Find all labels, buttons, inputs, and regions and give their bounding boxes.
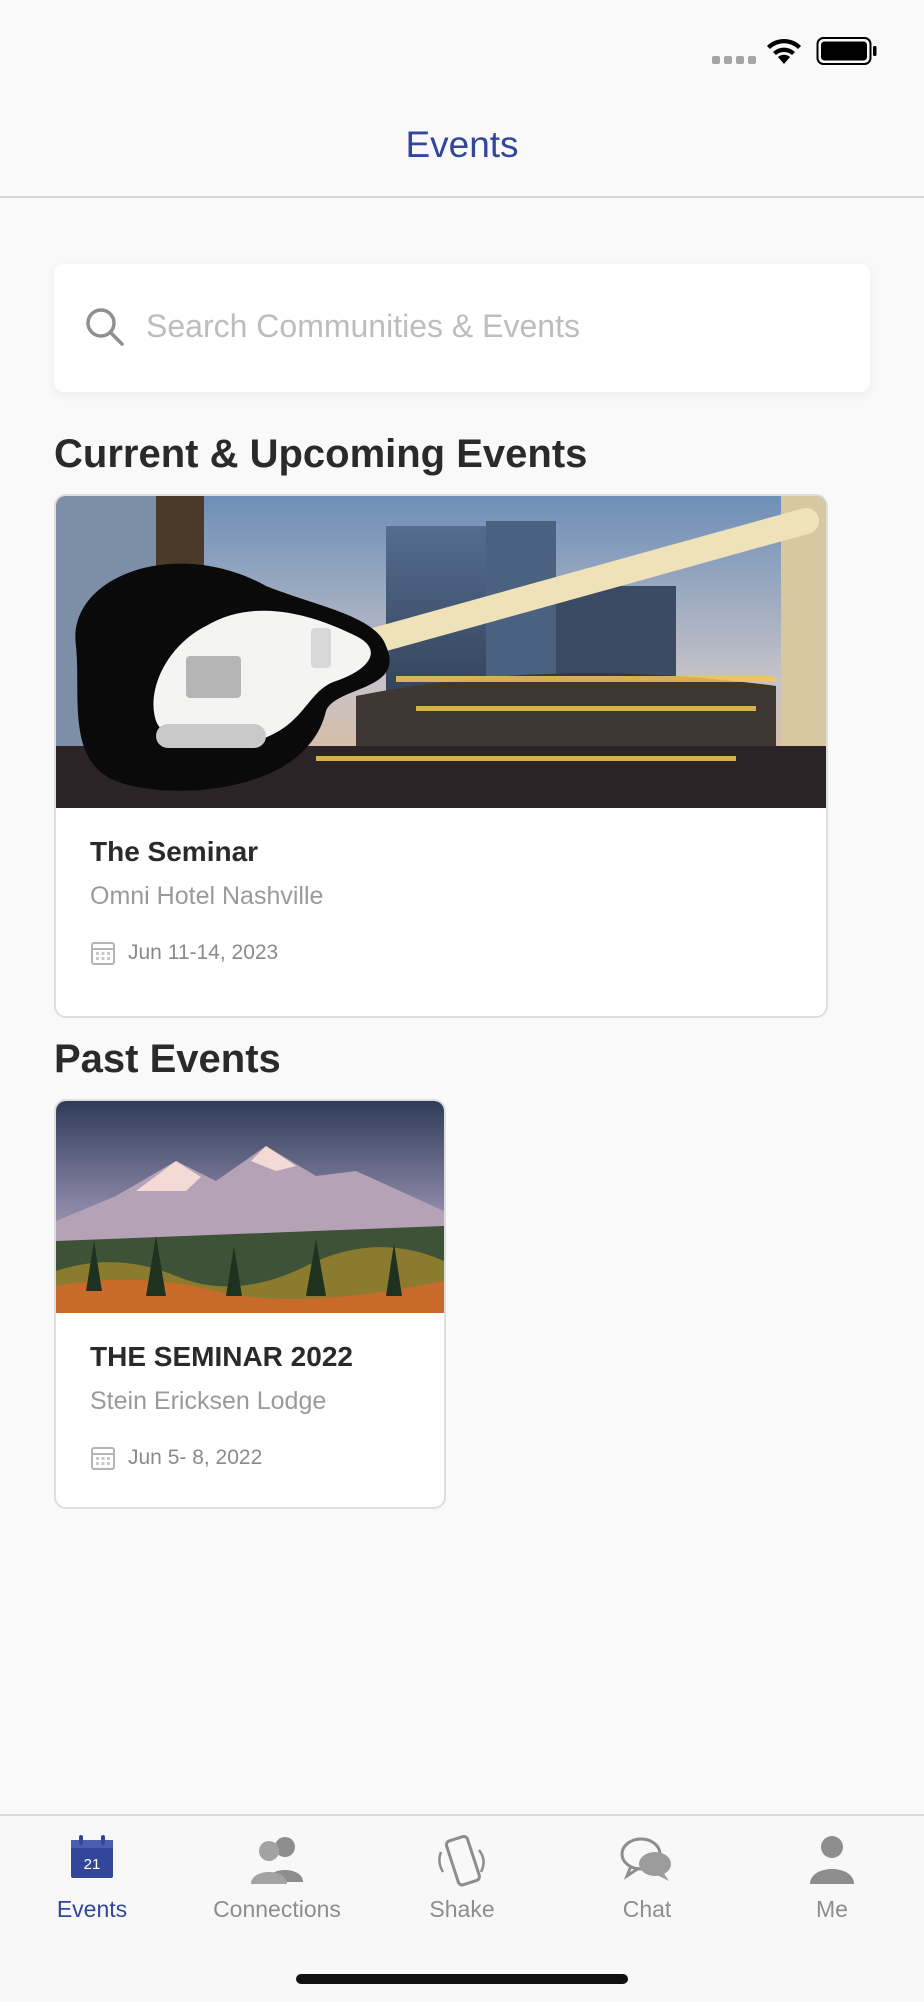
shake-phone-icon	[438, 1834, 485, 1887]
past-events-heading: Past Events	[54, 1037, 281, 1081]
calendar-icon	[91, 1447, 115, 1470]
page-title: Events	[405, 124, 519, 165]
current-events-heading: Current & Upcoming Events	[54, 432, 588, 476]
event-title: THE SEMINAR 2022	[90, 1341, 353, 1372]
event-dates: Jun 5- 8, 2022	[128, 1446, 263, 1469]
wifi-icon	[767, 38, 801, 64]
calendar-icon	[91, 942, 115, 965]
event-title: The Seminar	[90, 836, 259, 867]
search-icon	[86, 308, 124, 346]
event-image-mountains	[56, 1101, 444, 1313]
tab-label: Shake	[429, 1896, 495, 1922]
tab-label: Events	[56, 1896, 128, 1922]
tab-shake[interactable]: Shake	[370, 1816, 554, 1936]
home-indicator	[296, 1974, 628, 1984]
status-bar	[0, 0, 924, 100]
event-venue: Stein Ericksen Lodge	[90, 1387, 327, 1415]
tab-label: Me	[816, 1896, 848, 1922]
event-card-current[interactable]: The Seminar Omni Hotel Nashville Jun 11-…	[54, 494, 828, 1018]
search-placeholder: Search Communities & Events	[146, 308, 580, 344]
people-icon	[251, 1837, 303, 1884]
event-date-row: Jun 11-14, 2023	[90, 940, 278, 966]
tab-label: Connections	[213, 1896, 341, 1922]
navigation-bar: Events	[0, 100, 924, 198]
event-card-past[interactable]: THE SEMINAR 2022 Stein Ericksen Lodge Ju…	[54, 1099, 446, 1509]
calendar-icon: 21	[71, 1835, 113, 1878]
event-dates: Jun 11-14, 2023	[128, 941, 279, 964]
chat-bubbles-icon	[620, 1837, 671, 1881]
tab-chat[interactable]: Chat	[555, 1816, 739, 1936]
battery-icon	[816, 37, 877, 65]
person-icon	[810, 1836, 854, 1884]
event-date-row: Jun 5- 8, 2022	[90, 1445, 262, 1471]
tab-me[interactable]: Me	[740, 1816, 924, 1936]
event-image-guitar-hotel	[56, 496, 826, 808]
cellular-signal-icon	[712, 56, 756, 64]
event-venue: Omni Hotel Nashville	[90, 882, 324, 910]
search-input[interactable]: Search Communities & Events	[54, 264, 870, 392]
calendar-badge: 21	[84, 1856, 101, 1873]
tab-connections[interactable]: Connections	[185, 1816, 369, 1936]
tab-label: Chat	[622, 1896, 672, 1922]
tab-events[interactable]: 21 Events	[0, 1816, 184, 1936]
